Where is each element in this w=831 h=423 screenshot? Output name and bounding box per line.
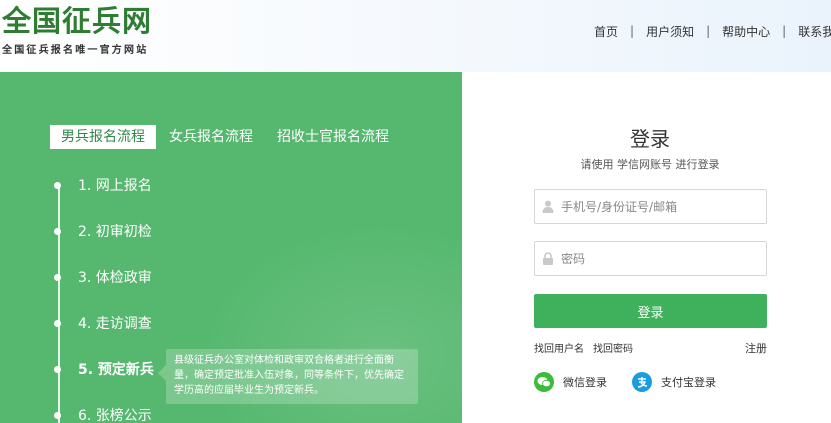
alipay-login-button[interactable]: 支付宝登录 (632, 372, 716, 392)
login-title: 登录 (630, 127, 670, 151)
tab-female-flow[interactable]: 女兵报名流程 (158, 125, 264, 149)
lock-icon (535, 242, 561, 275)
password-input[interactable] (561, 251, 761, 266)
site-logo-title[interactable]: 全国征兵网 (2, 2, 152, 40)
login-panel: 登录 请使用 学信网账号 进行登录 登录 找回用户名 找回 (462, 72, 831, 423)
step-label: 6. 张榜公示 (78, 408, 152, 423)
flow-step[interactable]: 1. 网上报名 (54, 175, 152, 195)
login-subtitle: 请使用 学信网账号 进行登录 (580, 158, 720, 171)
username-input[interactable] (561, 199, 761, 214)
flow-tabs: 男兵报名流程 女兵报名流程 招收士官报名流程 (50, 125, 402, 149)
step-label: 4. 走访调查 (78, 316, 152, 332)
nav-help-center-link[interactable]: 帮助中心 (722, 23, 770, 40)
register-link[interactable]: 注册 (745, 340, 767, 356)
wechat-login-button[interactable]: 微信登录 (534, 372, 607, 392)
nav-home-link[interactable]: 首页 (594, 23, 618, 40)
wechat-login-label: 微信登录 (563, 376, 607, 389)
nav-contact-link[interactable]: 联系我们 (798, 23, 831, 40)
alipay-login-label: 支付宝登录 (661, 376, 716, 389)
step-dot (54, 181, 61, 189)
timeline-line (58, 184, 60, 423)
nav-separator: | (630, 24, 635, 38)
enlistment-flow-panel: 男兵报名流程 女兵报名流程 招收士官报名流程 1. 网上报名 2. 初审初检 3… (0, 72, 462, 423)
user-icon (535, 190, 561, 223)
step-dot (54, 273, 61, 281)
step-dot (54, 365, 61, 373)
step-label: 1. 网上报名 (78, 178, 152, 194)
site-logo-subtitle: 全国征兵报名唯一官方网站 (2, 45, 149, 56)
flow-step[interactable]: 6. 张榜公示 (54, 405, 152, 423)
step-description-tooltip: 县级征兵办公室对体检和政审双合格者进行全面衡量，确定预定批准入伍对象，同等条件下… (158, 349, 418, 404)
step-label: 2. 初审初检 (78, 224, 152, 240)
step-dot (54, 411, 61, 419)
step-label: 5. 预定新兵 (78, 362, 154, 378)
page: 全国征兵网 全国征兵报名唯一官方网站 首页 | 用户须知 | 帮助中心 | 联系… (0, 0, 831, 423)
flow-step[interactable]: 2. 初审初检 (54, 221, 152, 241)
flow-step[interactable]: 3. 体检政审 (54, 267, 152, 287)
tab-nco-flow[interactable]: 招收士官报名流程 (266, 125, 400, 149)
header: 全国征兵网 全国征兵报名唯一官方网站 首页 | 用户须知 | 帮助中心 | 联系… (0, 0, 831, 72)
password-field[interactable] (534, 241, 767, 276)
top-nav: 首页 | 用户须知 | 帮助中心 | 联系我们 (594, 22, 831, 40)
flow-step[interactable]: 4. 走访调查 (54, 313, 152, 333)
nav-user-notice-link[interactable]: 用户须知 (646, 23, 694, 40)
login-button[interactable]: 登录 (534, 294, 767, 328)
step-dot (54, 227, 61, 235)
cropped-heading (610, 417, 690, 423)
find-username-link[interactable]: 找回用户名 (534, 340, 584, 355)
flow-step-active[interactable]: 5. 预定新兵 (54, 359, 154, 379)
step-dot (54, 319, 61, 327)
find-password-link[interactable]: 找回密码 (593, 340, 633, 355)
nav-separator: | (782, 24, 787, 38)
wechat-icon (534, 372, 554, 392)
account-links: 找回用户名 找回密码 注册 (534, 340, 767, 356)
alipay-icon (632, 372, 652, 392)
step-label: 3. 体检政审 (78, 270, 152, 286)
username-field[interactable] (534, 189, 767, 224)
nav-separator: | (706, 24, 711, 38)
tab-male-flow[interactable]: 男兵报名流程 (50, 125, 156, 149)
